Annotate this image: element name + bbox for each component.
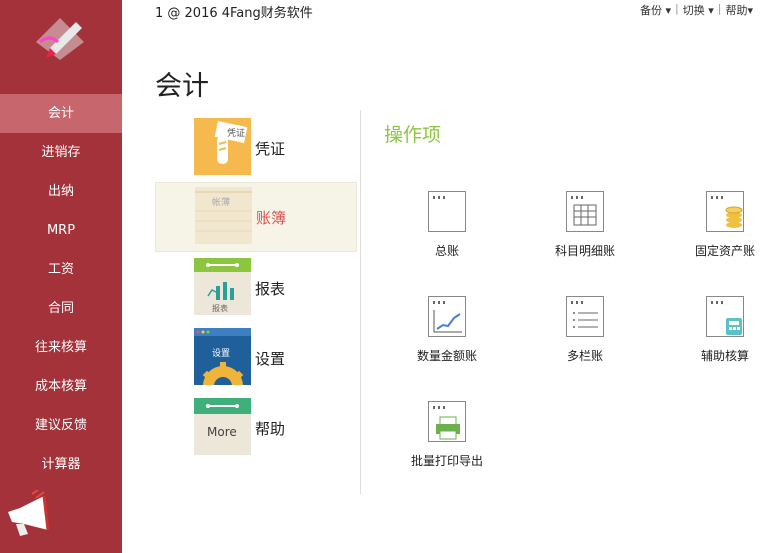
sidebar-item-receivables[interactable]: 往来核算	[0, 328, 122, 367]
op-general-ledger-label: 总账	[434, 244, 459, 258]
sidebar-item-payroll[interactable]: 工资	[0, 250, 122, 289]
op-fixed-assets-label: 固定资产账	[694, 244, 755, 258]
op-quantity-amount[interactable]: 数量金额账	[392, 296, 502, 364]
report-icon-text: 报表	[212, 303, 228, 313]
sidebar-item-accounting[interactable]: 会计	[0, 94, 122, 133]
settings-icon-text: 设置	[212, 348, 230, 359]
voucher-icon-text: 凭证	[227, 127, 245, 139]
op-multi-column[interactable]: 多栏账	[530, 296, 640, 364]
printer-icon	[428, 401, 466, 442]
sidebar-item-contract[interactable]: 合同	[0, 289, 122, 328]
ledger-book-icon: 帐薄	[195, 187, 252, 244]
sidebar: 会计 进销存 出纳 MRP 工资 合同 往来核算 成本核算 建议反馈 计算器	[0, 0, 122, 553]
switch-menu[interactable]: 切换 ▾	[683, 2, 714, 18]
sidebar-item-cashier[interactable]: 出纳	[0, 172, 122, 211]
category-help-label: 帮助	[255, 420, 286, 438]
category-help[interactable]: More 帮助	[155, 394, 357, 464]
ledger-icon-text: 帐薄	[212, 196, 230, 208]
category-report-label: 报表	[255, 280, 286, 298]
sidebar-nav: 会计 进销存 出纳 MRP 工资 合同 往来核算 成本核算 建议反馈 计算器	[0, 94, 122, 484]
dropdown-caret-icon: ▾	[708, 4, 714, 17]
category-ledger[interactable]: 帐薄 账簿	[155, 182, 357, 252]
backup-menu-label: 备份	[639, 4, 662, 17]
category-ledger-label: 账簿	[256, 209, 287, 227]
calculator-icon	[706, 296, 744, 337]
line-chart-icon	[428, 296, 466, 337]
operations-title: 操作项	[384, 124, 442, 146]
op-quantity-amount-label: 数量金额账	[416, 349, 477, 363]
category-voucher-label: 凭证	[255, 140, 286, 158]
sidebar-item-costing[interactable]: 成本核算	[0, 367, 122, 406]
op-batch-print-export[interactable]: 批量打印导出	[392, 401, 502, 469]
help-icon-text: More	[207, 425, 237, 439]
coins-icon	[706, 191, 744, 232]
voucher-icon: 凭证	[194, 118, 251, 175]
announcement-horn-icon[interactable]	[2, 490, 58, 540]
dropdown-caret-icon: ▾	[747, 4, 753, 17]
settings-gear-icon: 设置	[194, 328, 251, 385]
op-auxiliary[interactable]: 辅助核算	[670, 296, 773, 364]
backup-menu[interactable]: 备份 ▾	[640, 2, 671, 18]
sidebar-item-feedback[interactable]: 建议反馈	[0, 406, 122, 445]
page-title: 会计	[155, 71, 209, 102]
app-logo-icon	[36, 18, 84, 60]
sidebar-item-mrp[interactable]: MRP	[0, 211, 122, 250]
op-subsidiary-ledger[interactable]: 科目明细账	[530, 191, 640, 259]
op-multi-column-label: 多栏账	[566, 349, 603, 363]
app-title: 1 @ 2016 4Fang财务软件	[155, 6, 313, 21]
switch-menu-label: 切换	[682, 4, 705, 17]
category-settings[interactable]: 设置 设置	[155, 324, 357, 394]
top-menu: 备份 ▾ | 切换 ▾ | 帮助▾	[640, 2, 753, 18]
main-panel: 1 @ 2016 4Fang财务软件 备份 ▾ | 切换 ▾ | 帮助▾ 会计 …	[122, 0, 773, 553]
category-settings-label: 设置	[255, 350, 286, 368]
general-ledger-icon	[428, 191, 466, 232]
report-chart-icon: 报表	[194, 258, 251, 315]
op-general-ledger[interactable]: 总账	[392, 191, 502, 259]
help-menu[interactable]: 帮助▾	[725, 2, 753, 18]
sidebar-item-calculator[interactable]: 计算器	[0, 445, 122, 484]
category-voucher[interactable]: 凭证 凭证	[155, 114, 357, 184]
grid-table-icon	[566, 191, 604, 232]
list-lines-icon	[566, 296, 604, 337]
op-auxiliary-label: 辅助核算	[700, 349, 749, 363]
menu-separator: |	[717, 2, 722, 15]
help-more-icon: More	[194, 398, 251, 455]
op-batch-print-export-label: 批量打印导出	[410, 454, 483, 468]
op-fixed-assets[interactable]: 固定资产账	[670, 191, 773, 259]
vertical-divider	[360, 110, 361, 494]
help-menu-label: 帮助	[725, 4, 748, 17]
sidebar-item-inventory[interactable]: 进销存	[0, 133, 122, 172]
op-subsidiary-ledger-label: 科目明细账	[554, 244, 615, 258]
menu-separator: |	[675, 2, 679, 15]
dropdown-caret-icon: ▾	[665, 4, 671, 17]
category-report[interactable]: 报表 报表	[155, 254, 357, 324]
